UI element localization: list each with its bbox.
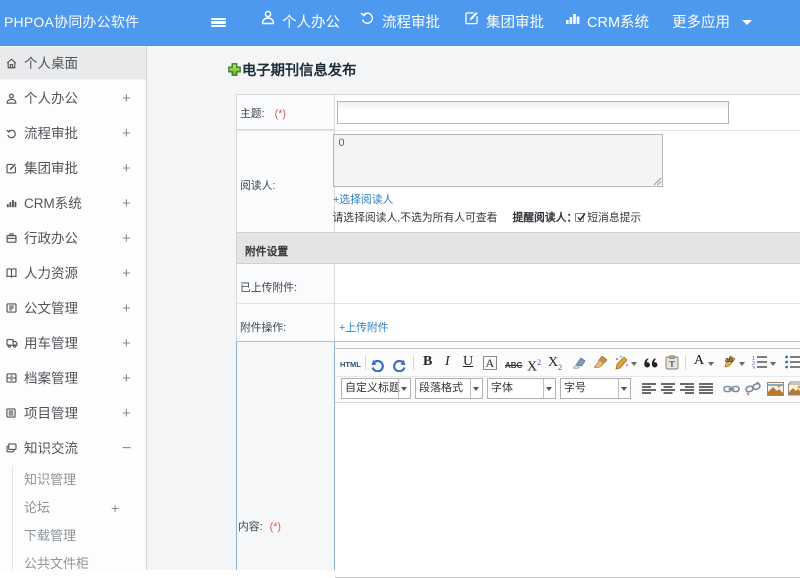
svg-text:ab: ab <box>725 357 733 364</box>
svg-text:3: 3 <box>752 366 755 369</box>
svg-text:T: T <box>669 359 675 369</box>
